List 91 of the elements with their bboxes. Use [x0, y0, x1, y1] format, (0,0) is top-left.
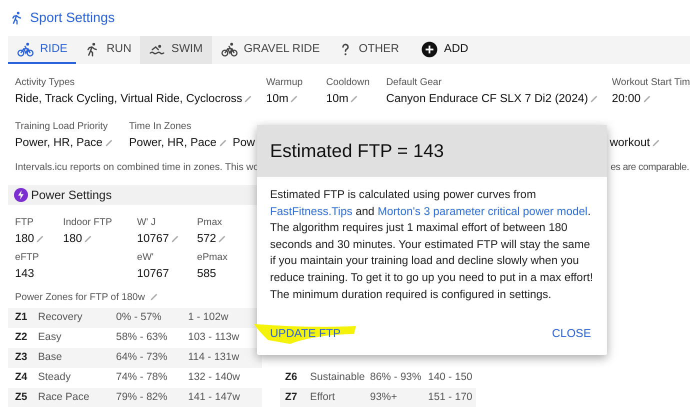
edit-icon: [150, 292, 158, 301]
field-label: Warmup: [266, 77, 304, 90]
field-label: W' J: [137, 216, 157, 229]
field-value: 585: [197, 268, 216, 280]
field-value: Canyon Endurace CF SLX 7 Di2 (2024): [386, 93, 588, 106]
running-person-icon: [10, 11, 24, 26]
field-label: Pmax: [197, 216, 224, 229]
field-value: Power, HR, Pace: [129, 137, 217, 150]
table-cell-text: Recovery: [38, 310, 84, 326]
link[interactable]: Morton's 3 parameter critical power model: [378, 206, 588, 218]
field-label: eW': [137, 252, 155, 264]
table-cell-text: Z3: [14, 350, 28, 366]
field-label: ePmax: [197, 252, 228, 264]
edit-icon: [104, 139, 113, 148]
lightning-bolt-icon: [14, 188, 28, 202]
tab[interactable]: GRAVEL RIDE: [212, 36, 329, 64]
field-label: Activity Types: [15, 77, 76, 90]
table-cell-text: Z4: [14, 370, 28, 386]
table-cell-text: Z2: [14, 330, 28, 346]
edit-icon: [84, 234, 92, 243]
tab[interactable]: ADD: [412, 36, 478, 64]
section-title: Power Settings: [31, 186, 112, 204]
edit-icon: [218, 139, 227, 148]
table-cell-text: Z6: [284, 370, 298, 386]
field-value: 572: [197, 232, 216, 245]
edit-icon: [170, 234, 179, 243]
bicycle-icon: [220, 40, 238, 58]
field-label: Workout Start Tim: [612, 77, 690, 90]
zones-label: Power Zones for FTP of 180w: [15, 292, 145, 303]
table-cell-text: 0% - 57%: [116, 310, 163, 326]
dialog-title: Estimated FTP = 143: [270, 139, 444, 164]
table-cell-text: Z7: [284, 390, 298, 406]
field-value: 180: [63, 232, 82, 245]
edit-icon: [36, 234, 44, 243]
table-cell-text: 114 - 131w: [188, 350, 240, 366]
table-cell-text: 103 - 113w: [188, 330, 240, 346]
edit-icon: [652, 139, 660, 148]
edit-icon: [290, 95, 298, 104]
tab[interactable]: SWIM: [140, 36, 212, 64]
add-icon: [421, 40, 438, 58]
table-cell-text: Effort: [310, 390, 336, 406]
edit-icon: [218, 234, 226, 243]
table-cell-text: Steady: [38, 370, 72, 386]
field-value: Ride, Track Cycling, Virtual Ride, Cyclocross: [15, 93, 242, 106]
table-cell-text: 93%+: [370, 390, 398, 406]
edit-icon: [642, 95, 651, 104]
table-cell-text: 64% - 73%: [116, 350, 168, 366]
table-cell-text: 86% - 93%: [370, 370, 422, 386]
field-value: 10m: [326, 93, 348, 106]
field-value: 180: [15, 232, 34, 245]
table-cell-text: Easy: [38, 330, 62, 346]
table-cell-text: Base: [38, 350, 63, 366]
field-value: workout: [610, 137, 650, 150]
dialog-text: Estimated FTP is calculated using power curves from FastFitness.Tips and Morton's 3 parameter critical power model. The algorithm requires just 1 maximal effort of between 180 seconds and 30 minutes. Your estimated FTP will stay the same if you maintain your training load and decline slowly when you reduce training. To get it to go up you need to put in a max effort! The minimum duration required is configured in settings.: [270, 188, 594, 303]
table-cell-text: 141 - 147w: [188, 390, 240, 406]
field-value: 143: [15, 268, 34, 280]
table-cell-text: 74% - 78%: [116, 370, 168, 386]
edit-icon: [244, 95, 252, 104]
table-cell-text: Z1: [14, 310, 28, 326]
edit-icon: [350, 95, 358, 104]
table-cell-text: 58% - 63%: [116, 330, 168, 346]
page-title: Sport Settings: [30, 9, 115, 27]
table-cell-text: Sustainable: [310, 370, 366, 386]
note-text: es are comparable.: [610, 161, 690, 176]
table-cell-text: Z5: [14, 390, 28, 406]
field-label: Cooldown: [326, 77, 371, 90]
field-label: Training Load Priority: [15, 121, 109, 134]
table-cell-text: 79% - 82%: [116, 390, 168, 406]
table-cell-text: 140 - 150: [428, 370, 472, 386]
field-value: 20:00: [612, 93, 641, 106]
tab[interactable]: OTHER: [328, 36, 408, 64]
field-label: Default Gear: [386, 77, 443, 90]
field-label: Time In Zones: [129, 121, 192, 134]
bicycle-icon: [17, 40, 34, 58]
table-cell-text: 1 - 102w: [188, 310, 228, 326]
link[interactable]: FastFitness.Tips: [270, 206, 352, 218]
close-button[interactable]: CLOSE: [552, 324, 591, 345]
field-label: Indoor FTP: [63, 216, 114, 229]
field-value: Power, HR, Pace: [15, 137, 103, 150]
field-value: 10767: [137, 232, 169, 245]
tab[interactable]: RIDE: [8, 36, 76, 64]
table-cell-text: 151 - 170: [428, 390, 472, 406]
field-label: eFTP: [15, 252, 40, 264]
tab[interactable]: RUN: [76, 36, 140, 64]
field-value: 10m: [266, 93, 288, 106]
edit-icon: [590, 95, 598, 104]
field-label: FTP: [15, 216, 35, 229]
field-value: 10767: [137, 268, 169, 280]
field-value: Pow: [232, 137, 255, 150]
table-cell-text: Race Pace: [38, 390, 90, 406]
table-cell-text: 132 - 140w: [188, 370, 240, 386]
